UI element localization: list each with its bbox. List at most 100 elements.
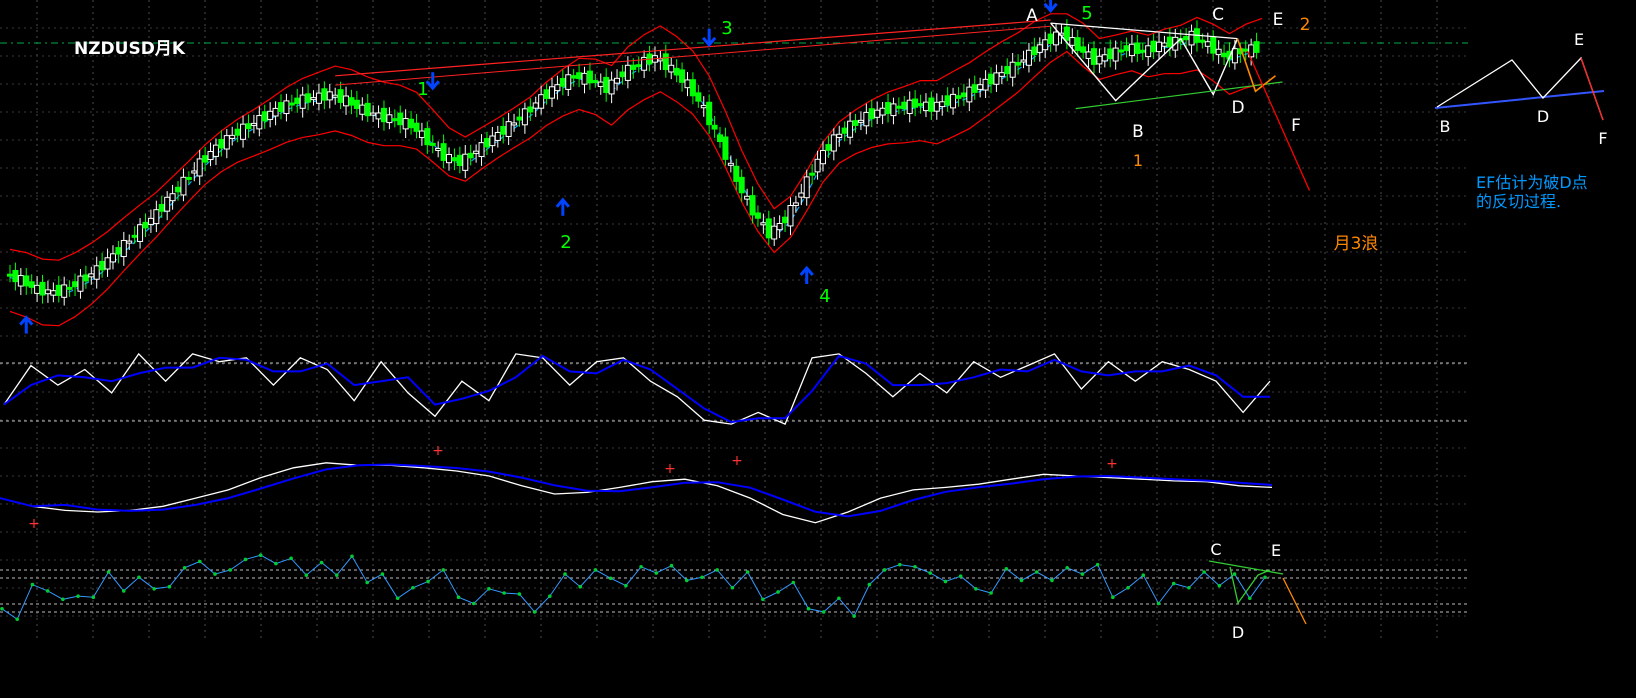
- candle-body: [28, 281, 35, 288]
- candle-body: [72, 281, 79, 288]
- dot-series-point: [365, 580, 370, 585]
- candle-body: [1053, 31, 1060, 46]
- candle-body: [570, 75, 577, 79]
- candle-body: [142, 221, 149, 229]
- signal-cross-icon: +: [731, 453, 743, 469]
- candle-body: [429, 142, 436, 146]
- candle-body: [440, 143, 447, 161]
- candle-body: [348, 97, 355, 106]
- candle-body: [370, 112, 377, 116]
- dot-series-point: [563, 572, 567, 576]
- candle-body: [185, 176, 192, 180]
- candle-body: [23, 275, 30, 287]
- dot-series-point: [974, 587, 978, 591]
- candle-body: [424, 128, 431, 146]
- candle-body: [928, 97, 935, 112]
- candle-body: [483, 138, 490, 148]
- candle-body: [733, 165, 740, 182]
- legend-label-b: B: [1440, 117, 1451, 136]
- candle-body: [1036, 44, 1043, 53]
- candle-body: [787, 205, 794, 227]
- wave-label-1: 1: [417, 79, 428, 100]
- candle-body: [375, 112, 382, 120]
- candle-body: [451, 157, 458, 162]
- dot-series-point: [897, 562, 902, 567]
- dot-series-point: [1065, 566, 1069, 570]
- candle-body: [196, 158, 203, 177]
- symbol-title: NZDUSD月K: [74, 39, 186, 59]
- candle-body: [998, 72, 1005, 77]
- candle-body: [576, 72, 583, 80]
- candle-body: [619, 71, 626, 78]
- candle-body: [744, 195, 751, 200]
- dot-series-point: [441, 568, 446, 572]
- candle-body: [288, 102, 295, 106]
- candle-body: [950, 93, 957, 109]
- dot-series-point: [167, 584, 172, 589]
- candle-body: [55, 284, 62, 296]
- dot-series-point: [1232, 572, 1237, 576]
- candle-body: [895, 105, 902, 109]
- dot-series-point: [502, 591, 506, 595]
- candle-body: [435, 147, 442, 151]
- candle-body: [814, 158, 821, 173]
- dot-series-point: [106, 570, 111, 574]
- candle-body: [608, 79, 615, 95]
- candle-body: [137, 224, 144, 242]
- candle-body: [1134, 42, 1141, 54]
- dot-series-point: [517, 592, 522, 596]
- candle-body: [1074, 37, 1081, 51]
- candle-body: [717, 134, 724, 143]
- candle-body: [44, 289, 51, 295]
- dot-series-point: [1004, 567, 1009, 571]
- candle-body: [467, 152, 474, 159]
- dot-series-point: [624, 583, 628, 588]
- candle-body: [446, 153, 453, 164]
- pattern-label-d: D: [1231, 98, 1244, 118]
- candle-body: [684, 79, 691, 89]
- candle-body: [207, 151, 214, 161]
- candle-body: [538, 94, 545, 109]
- candle-body: [261, 111, 268, 122]
- dot-series-point: [1156, 601, 1161, 606]
- candle-body: [559, 77, 566, 87]
- candle-body: [175, 186, 182, 193]
- dot-series-point: [1187, 585, 1191, 590]
- candle-body: [321, 88, 328, 101]
- dot-series-point: [198, 559, 202, 564]
- nzdusd-monthly-chart[interactable]: + + + + + C E D 1 2 3 4 5 A B C D E F 2 1 月3浪 B D E F EF估计为破D点的反…: [0, 0, 1636, 698]
- candle-body: [830, 134, 837, 152]
- wave-label-5: 5: [1081, 3, 1092, 24]
- candle-body: [305, 93, 312, 103]
- candle-body: [917, 103, 924, 107]
- candle-body: [565, 74, 572, 90]
- dot-series-point: [852, 614, 856, 618]
- candle-body: [418, 130, 425, 139]
- candle-body: [662, 53, 669, 71]
- candle-body: [874, 109, 881, 118]
- dot-series-point: [182, 566, 187, 570]
- candle-body: [1118, 49, 1125, 53]
- dot-series-point: [700, 575, 704, 580]
- candle-body: [603, 76, 610, 94]
- dot-series-point: [669, 563, 674, 568]
- candle-body: [922, 101, 929, 112]
- candle-body: [586, 70, 593, 84]
- candle-body: [760, 222, 767, 226]
- candle-body: [1242, 48, 1249, 52]
- candle-body: [120, 239, 127, 258]
- candle-body: [977, 84, 984, 90]
- candle-body: [77, 275, 84, 292]
- dot-series-point: [806, 606, 811, 611]
- candle-body: [1139, 49, 1146, 53]
- candle-body: [700, 104, 707, 109]
- candle-body: [1145, 45, 1152, 58]
- wave-label-4: 4: [819, 286, 830, 307]
- candle-body: [857, 119, 864, 123]
- osc3-label-c: C: [1210, 540, 1221, 559]
- candle-body: [1085, 51, 1092, 59]
- candle-body: [738, 176, 745, 194]
- candle-body: [1253, 41, 1260, 53]
- wave-label-2: 2: [560, 232, 571, 253]
- dot-series-point: [15, 617, 20, 622]
